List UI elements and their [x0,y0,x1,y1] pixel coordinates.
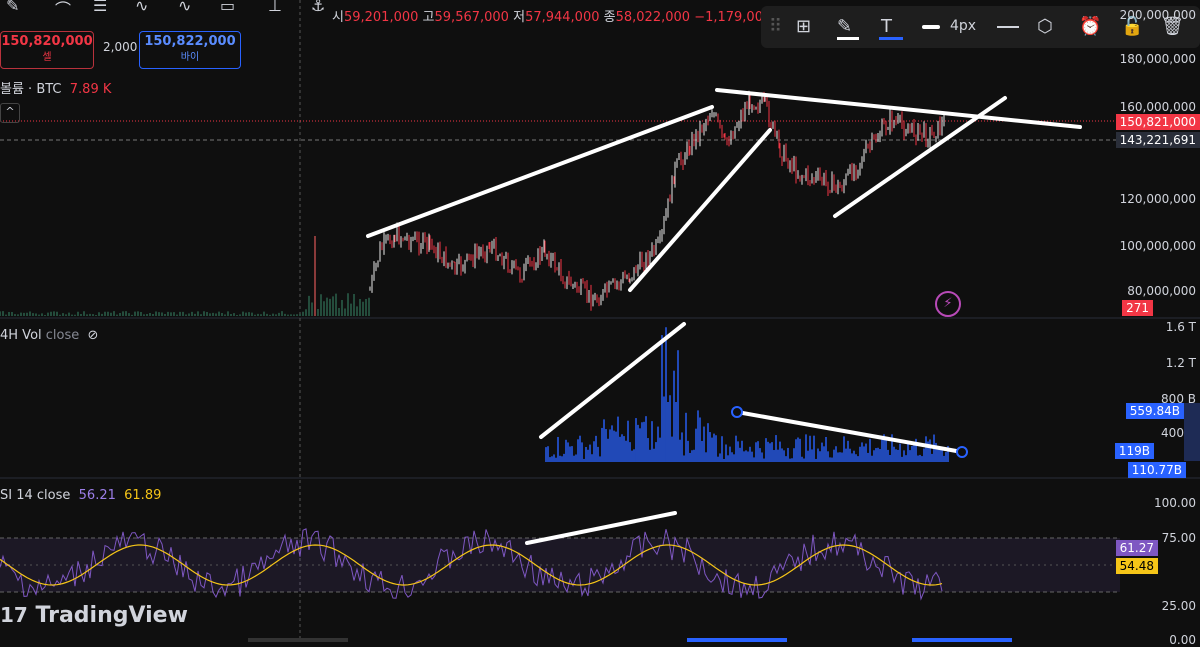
trend-line [833,96,1007,218]
lightning-icon[interactable]: ⚡ [935,291,961,317]
volume-value-tag: 559.84B [1125,403,1184,419]
path-icon[interactable]: ∿ [135,0,148,15]
price-tick: 160,000,000 [1119,100,1196,114]
volume-axis-highlight [1184,403,1200,461]
line-icon[interactable]: ⊥ [268,0,282,15]
line-color-icon[interactable]: ✎ [837,16,852,37]
price-tick: 80,000,000 [1127,284,1196,298]
drawing-tools-strip: ✎ ⌒ ☰ ∿ ∿ ▭ ⊥ ⚓ [0,0,335,20]
template-icon[interactable]: ⊞ [796,16,811,37]
trend-line-handle [731,406,743,418]
line-width-label[interactable]: 4px [950,18,976,34]
volume-tick: 1.2 T [1165,356,1196,370]
trend-line [628,128,772,292]
line-style-icon[interactable] [997,26,1019,28]
buy-button[interactable]: 150,822,000 바이 [139,31,241,69]
volume-low-tag: 119B [1114,443,1154,459]
price-tick: 120,000,000 [1119,192,1196,206]
trend-line [735,410,964,454]
current-price-tag: 150,821,000 [1115,114,1200,130]
hide-icon[interactable]: ⊘ [88,328,99,343]
rsi-tick: 0.00 [1169,633,1196,647]
scroll-indicator [248,638,348,642]
path2-icon[interactable]: ∿ [178,0,191,15]
price-tick: 200,000,000 [1119,8,1196,22]
rsi-tick: 100.00 [1154,496,1196,510]
line-color-swatch [837,37,859,40]
scroll-indicator [687,638,787,642]
collapse-button[interactable]: ^ [0,103,20,123]
ohlc-readout: 시59,201,000 고59,567,000 저57,944,000 종58,… [332,10,772,25]
trend-line-handle [956,446,968,458]
drag-handle-icon[interactable]: ⠿ [769,16,782,37]
trend-line [366,105,714,238]
volume-badge: 271 [1122,300,1153,316]
rsi-tick: 25.00 [1161,599,1196,613]
chart-canvas[interactable] [0,0,1200,642]
price-tick: 100,000,000 [1119,239,1196,253]
pencil-icon[interactable]: ✎ [6,0,19,15]
rsi-value-tag: 61.27 [1115,540,1158,556]
anchor-icon[interactable]: ⚓ [311,0,325,15]
volume-ma-tag: 110.77B [1127,462,1186,478]
volume-legend: 4H Vol close ⊘ [0,328,99,343]
text-color-icon[interactable]: T [881,16,892,37]
alert-clock-icon[interactable]: ⏰ [1079,16,1101,37]
text-color-swatch [879,37,903,40]
line-width-icon[interactable] [922,25,940,29]
rect-icon[interactable]: ▭ [220,0,235,15]
volume-tick: 1.6 T [1165,320,1196,334]
spread-value: 2,000 [103,40,138,54]
rsi-tick: 75.00 [1161,531,1196,545]
crosshair-price-tag: 143,221,691 [1115,132,1200,148]
curve-icon[interactable]: ⌒ [55,0,71,20]
rsi-ma-tag: 54.48 [1115,558,1158,574]
scroll-indicator [912,638,1012,642]
main-legend: 볼륨 · BTC 7.89 K [0,82,112,97]
price-tick: 180,000,000 [1119,52,1196,66]
bars-icon[interactable]: ☰ [93,0,107,15]
tradingview-logo: 17 TradingView [0,603,188,628]
rsi-legend: SI 14 close 56.21 61.89 [0,488,162,503]
sell-button[interactable]: 150,820,000 셀 [0,31,94,69]
settings-hex-icon[interactable]: ⬡ [1037,16,1053,37]
